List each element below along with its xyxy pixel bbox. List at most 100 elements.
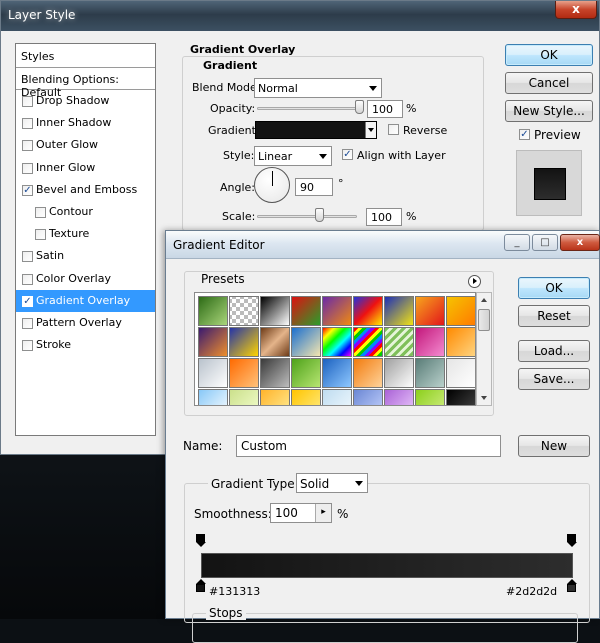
preset-swatch[interactable]	[446, 327, 475, 357]
style-checkbox[interactable]	[35, 206, 46, 218]
preset-swatch[interactable]	[322, 389, 352, 405]
preset-swatch[interactable]	[229, 296, 259, 326]
layer-style-titlebar[interactable]: Layer Style x	[1, 1, 599, 31]
preset-swatch[interactable]	[322, 296, 352, 326]
style-item-bevel-and-emboss[interactable]: ✓ Bevel and Emboss	[16, 179, 155, 201]
blend-mode-select[interactable]: Normal	[254, 78, 382, 98]
preset-swatch[interactable]	[353, 358, 383, 388]
style-item-pattern-overlay[interactable]: Pattern Overlay	[16, 312, 155, 334]
preset-swatch[interactable]	[198, 358, 228, 388]
preset-swatch[interactable]	[322, 327, 352, 357]
presets-menu-icon[interactable]	[468, 275, 481, 288]
opacity-input[interactable]: 100	[367, 100, 403, 118]
preset-swatch[interactable]	[446, 296, 475, 326]
preset-swatch[interactable]	[353, 327, 383, 357]
preview-checkbox[interactable]: ✓	[519, 129, 530, 140]
scroll-thumb[interactable]	[478, 309, 490, 331]
style-checkbox[interactable]: ✓	[22, 295, 33, 307]
close-button[interactable]: x	[555, 1, 597, 19]
preset-swatch[interactable]	[446, 389, 475, 405]
preset-swatch[interactable]	[229, 389, 259, 405]
preset-swatch[interactable]	[229, 327, 259, 357]
style-item-inner-glow[interactable]: Inner Glow	[16, 157, 155, 179]
preset-swatch[interactable]	[198, 389, 228, 405]
name-input[interactable]: Custom	[236, 435, 501, 457]
new-style-button[interactable]: New Style...	[505, 100, 593, 122]
style-checkbox[interactable]	[22, 96, 33, 107]
ok-button[interactable]: OK	[518, 277, 590, 299]
stepper-arrow-icon[interactable]: ▸	[315, 504, 331, 522]
style-checkbox[interactable]	[22, 118, 33, 130]
style-checkbox[interactable]	[22, 140, 33, 152]
style-checkbox[interactable]	[22, 162, 33, 174]
preset-swatch[interactable]	[415, 389, 445, 405]
preset-swatch[interactable]	[384, 358, 414, 388]
styles-header[interactable]: Styles	[16, 44, 155, 68]
preset-swatch[interactable]	[198, 327, 228, 357]
style-checkbox[interactable]	[22, 251, 33, 263]
preset-swatch[interactable]	[291, 358, 321, 388]
reset-button[interactable]: Reset	[518, 305, 590, 327]
style-select[interactable]: Linear	[254, 146, 332, 166]
scale-slider-thumb[interactable]	[315, 208, 324, 222]
preset-swatch[interactable]	[353, 296, 383, 326]
opacity-stop-left[interactable]	[195, 534, 206, 547]
presets-scrollbar[interactable]	[476, 292, 492, 406]
style-item-gradient-overlay[interactable]: ✓ Gradient Overlay	[16, 289, 155, 312]
align-with-layer-checkbox[interactable]: ✓	[342, 149, 353, 160]
smoothness-input[interactable]: 100 ▸	[270, 503, 332, 523]
preset-swatch[interactable]	[260, 389, 290, 405]
scroll-up-icon[interactable]	[481, 298, 487, 302]
scale-slider[interactable]	[257, 215, 357, 218]
style-item-stroke[interactable]: Stroke	[16, 334, 155, 356]
preset-swatch[interactable]	[415, 296, 445, 326]
angle-input[interactable]: 90	[295, 178, 333, 196]
scale-input[interactable]: 100	[366, 208, 402, 226]
style-item-satin[interactable]: Satin	[16, 245, 155, 267]
color-stop-right[interactable]	[566, 579, 577, 592]
preset-swatch[interactable]	[291, 296, 321, 326]
style-checkbox[interactable]	[22, 317, 33, 329]
cancel-button[interactable]: Cancel	[505, 72, 593, 94]
close-button[interactable]: x	[560, 234, 600, 251]
preset-swatch[interactable]	[353, 389, 383, 405]
preset-swatch[interactable]	[322, 358, 352, 388]
angle-dial[interactable]	[254, 167, 290, 203]
style-checkbox[interactable]	[35, 229, 46, 241]
preset-swatch[interactable]	[384, 389, 414, 405]
preset-swatch[interactable]	[260, 296, 290, 326]
opacity-slider[interactable]	[257, 107, 361, 110]
preset-swatch[interactable]	[260, 358, 290, 388]
style-checkbox[interactable]: ✓	[22, 184, 33, 196]
style-item-color-overlay[interactable]: Color Overlay	[16, 268, 155, 290]
style-item-contour[interactable]: Contour	[16, 201, 155, 223]
preset-swatch[interactable]	[384, 327, 414, 357]
color-stop-left[interactable]	[195, 579, 206, 592]
opacity-slider-thumb[interactable]	[355, 100, 364, 114]
preset-swatch[interactable]	[198, 296, 228, 326]
scroll-down-icon[interactable]	[481, 396, 487, 400]
gradient-editor-titlebar[interactable]: Gradient Editor _ □ x	[166, 231, 600, 259]
chevron-down-icon[interactable]	[365, 122, 376, 138]
preset-swatch[interactable]	[260, 327, 290, 357]
style-item-drop-shadow[interactable]: Drop Shadow	[16, 90, 155, 112]
preset-swatch[interactable]	[415, 358, 445, 388]
preset-swatch[interactable]	[384, 296, 414, 326]
style-item-texture[interactable]: Texture	[16, 223, 155, 245]
gradient-picker[interactable]	[255, 121, 377, 139]
reverse-checkbox[interactable]	[388, 124, 399, 135]
preset-swatch[interactable]	[291, 327, 321, 357]
blending-options-item[interactable]: Blending Options: Default	[16, 68, 155, 99]
style-item-inner-shadow[interactable]: Inner Shadow	[16, 112, 155, 134]
save-button[interactable]: Save...	[518, 368, 590, 390]
preset-swatch[interactable]	[415, 327, 445, 357]
style-item-outer-glow[interactable]: Outer Glow	[16, 134, 155, 156]
opacity-stop-right[interactable]	[566, 534, 577, 547]
style-checkbox[interactable]	[22, 340, 33, 352]
preset-swatch[interactable]	[446, 358, 475, 388]
preset-swatch[interactable]	[291, 389, 321, 405]
new-button[interactable]: New	[518, 435, 590, 457]
minimize-button[interactable]: _	[504, 234, 530, 251]
gradient-type-select[interactable]: Solid	[296, 473, 368, 493]
gradient-preview-bar[interactable]	[201, 553, 573, 578]
